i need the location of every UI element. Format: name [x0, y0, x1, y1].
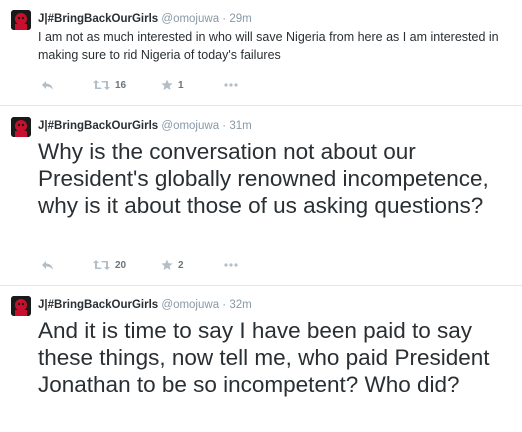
favorite-button[interactable]: 2	[161, 258, 184, 272]
reply-button[interactable]	[41, 258, 54, 272]
tweet[interactable]: J|#BringBackOurGirls @omojuwa · 31m Why …	[0, 106, 522, 286]
display-name[interactable]: J|#BringBackOurGirls	[38, 120, 158, 132]
display-name[interactable]: J|#BringBackOurGirls	[38, 13, 158, 25]
tweet-text: And it is time to say I have been paid t…	[38, 318, 490, 397]
retweet-icon	[93, 79, 110, 91]
separator: ·	[222, 120, 227, 132]
favorite-count: 2	[178, 259, 184, 271]
tweet-header: J|#BringBackOurGirls @omojuwa · 31m	[38, 119, 252, 133]
timestamp[interactable]: 31m	[229, 120, 251, 132]
tweet-header: J|#BringBackOurGirls @omojuwa · 29m	[38, 12, 252, 26]
username[interactable]: @omojuwa	[161, 299, 219, 311]
retweet-count: 20	[115, 259, 127, 271]
reply-icon	[41, 79, 54, 91]
avatar[interactable]	[11, 296, 31, 316]
favorite-count: 1	[178, 79, 184, 91]
tweet-text: I am not as much interested in who will …	[38, 30, 499, 62]
username[interactable]: @omojuwa	[161, 13, 219, 25]
more-icon	[224, 263, 238, 267]
display-name[interactable]: J|#BringBackOurGirls	[38, 299, 158, 311]
separator: ·	[222, 299, 227, 311]
timestamp[interactable]: 29m	[229, 13, 251, 25]
star-icon	[161, 79, 173, 91]
tweet[interactable]: J|#BringBackOurGirls @omojuwa · 32m And …	[0, 286, 522, 432]
avatar[interactable]	[11, 10, 31, 30]
tweet-header: J|#BringBackOurGirls @omojuwa · 32m	[38, 298, 252, 312]
username[interactable]: @omojuwa	[161, 120, 219, 132]
retweet-button[interactable]: 20	[93, 258, 126, 272]
more-button[interactable]	[224, 78, 238, 92]
reply-icon	[41, 259, 54, 271]
more-icon	[224, 83, 238, 87]
favorite-button[interactable]: 1	[161, 78, 184, 92]
star-icon	[161, 259, 173, 271]
separator: ·	[222, 13, 227, 25]
avatar[interactable]	[11, 117, 31, 137]
tweet-text: Why is the conversation not about our Pr…	[38, 139, 489, 218]
reply-button[interactable]	[41, 78, 54, 92]
timestamp[interactable]: 32m	[229, 299, 251, 311]
retweet-icon	[93, 259, 110, 271]
more-button[interactable]	[224, 258, 238, 272]
retweet-count: 16	[115, 79, 127, 91]
retweet-button[interactable]: 16	[93, 78, 126, 92]
tweet[interactable]: J|#BringBackOurGirls @omojuwa · 29m I am…	[0, 0, 522, 106]
